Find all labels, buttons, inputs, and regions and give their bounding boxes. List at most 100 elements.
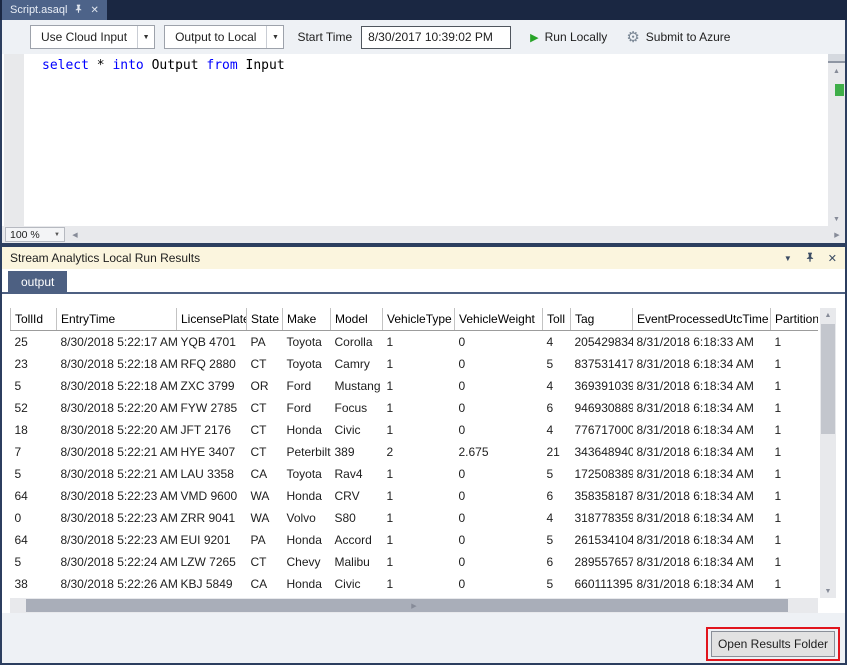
table-cell: Focus [331,397,383,419]
editor-splitter-handle[interactable] [828,54,845,63]
scroll-up-icon[interactable]: ▲ [828,64,845,78]
table-cell: Peterbilt [283,441,331,463]
column-header[interactable]: LicensePlate [177,308,247,331]
table-cell: Toyota [283,353,331,375]
editor-glyph-margin [4,54,24,226]
vertical-scroll-thumb[interactable] [821,324,835,434]
table-row[interactable]: 58/30/2018 5:22:21 AMLAU 3358CAToyotaRav… [11,463,819,485]
column-header[interactable]: State [247,308,283,331]
table-row[interactable]: 08/30/2018 5:22:23 AMZRR 9041WAVolvoS801… [11,507,819,529]
table-cell: Accord [331,529,383,551]
scroll-down-icon[interactable]: ▼ [820,584,836,598]
column-header[interactable]: Model [331,308,383,331]
table-cell: 0 [11,507,57,529]
editor-horizontal-scrollbar[interactable]: ◀ ▶ [65,226,845,243]
code-keyword: select [42,58,89,73]
table-row[interactable]: 388/30/2018 5:22:26 AMKBJ 5849CAHondaCiv… [11,573,819,595]
table-cell: PA [247,529,283,551]
start-time-input[interactable] [361,26,511,49]
results-panel: Stream Analytics Local Run Results ▼ ✕ o… [2,247,845,663]
table-cell: 8/31/2018 6:18:34 AM [633,419,771,441]
code-editor[interactable]: select * into Output from Input ▲ ▼ [2,54,845,226]
table-cell: 0 [455,331,543,354]
table-cell: 660111395 [571,573,633,595]
open-results-folder-button[interactable]: Open Results Folder [711,631,835,657]
table-cell: 8/30/2018 5:22:20 AM [57,397,177,419]
table-row[interactable]: 528/30/2018 5:22:20 AMFYW 2785CTFordFocu… [11,397,819,419]
column-header[interactable]: Toll [543,308,571,331]
column-header[interactable]: Make [283,308,331,331]
table-cell: 369391039 [571,375,633,397]
scroll-left-icon[interactable]: ◀ [67,226,83,243]
table-cell: 23 [11,353,57,375]
input-source-dropdown[interactable]: Use Cloud Input ▼ [30,25,155,49]
code-text: * [89,58,112,73]
column-header[interactable]: VehicleType [383,308,455,331]
table-cell: CT [247,353,283,375]
table-cell: 1 [383,507,455,529]
table-cell: CT [247,441,283,463]
column-header[interactable]: Partition [771,308,819,331]
run-locally-button[interactable]: ▶ Run Locally [530,30,607,44]
table-cell: 5 [11,375,57,397]
table-cell: Civic [331,419,383,441]
table-cell: 7 [11,441,57,463]
table-cell: 318778359 [571,507,633,529]
results-vertical-scrollbar[interactable]: ▲ ▼ [820,308,836,598]
output-target-dropdown[interactable]: Output to Local ▼ [164,25,284,49]
table-row[interactable]: 238/30/2018 5:22:18 AMRFQ 2880CTToyotaCa… [11,353,819,375]
title-bar: Script.asaql ✕ [0,0,847,20]
table-cell: 1 [771,463,819,485]
table-row[interactable]: 648/30/2018 5:22:23 AMEUI 9201PAHondaAcc… [11,529,819,551]
column-header[interactable]: EventProcessedUtcTime [633,308,771,331]
table-cell: 64 [11,485,57,507]
chevron-down-icon[interactable]: ▼ [266,26,283,48]
table-cell: 1 [383,397,455,419]
pin-icon[interactable] [805,251,815,265]
close-icon[interactable]: ✕ [90,5,98,16]
table-row[interactable]: 188/30/2018 5:22:20 AMJFT 2176CTHondaCiv… [11,419,819,441]
results-horizontal-scrollbar[interactable]: ◀ ▶ [10,598,818,613]
table-row[interactable]: 78/30/2018 5:22:21 AMHYE 3407CTPeterbilt… [11,441,819,463]
column-header[interactable]: TollId [11,308,57,331]
results-panel-header[interactable]: Stream Analytics Local Run Results ▼ ✕ [2,247,845,269]
table-cell: 1 [383,485,455,507]
chevron-down-icon[interactable]: ▼ [137,26,154,48]
window-menu-icon[interactable]: ▼ [784,254,792,263]
table-cell: 8/31/2018 6:18:34 AM [633,463,771,485]
tab-script-asaql[interactable]: Script.asaql ✕ [2,0,107,20]
table-cell: 261534104 [571,529,633,551]
table-cell: 1 [383,573,455,595]
table-cell: 1 [771,529,819,551]
table-cell: ZXC 3799 [177,375,247,397]
table-row[interactable]: 258/30/2018 5:22:17 AMYQB 4701PAToyotaCo… [11,331,819,354]
submit-to-azure-button[interactable]: ⚙ Submit to Azure [626,30,730,45]
table-row[interactable]: 648/30/2018 5:22:23 AMVMD 9600WAHondaCRV… [11,485,819,507]
table-row[interactable]: 58/30/2018 5:22:18 AMZXC 3799ORFordMusta… [11,375,819,397]
code-keyword: into [112,58,143,73]
azure-gear-icon: ⚙ [626,30,639,45]
table-cell: 0 [455,375,543,397]
scroll-down-icon[interactable]: ▼ [828,212,845,226]
scroll-right-icon[interactable]: ▶ [829,226,845,243]
table-cell: Corolla [331,331,383,354]
editor-vertical-scrollbar[interactable]: ▲ ▼ [828,54,845,226]
scroll-right-icon[interactable]: ▶ [10,598,818,613]
table-cell: Toyota [283,463,331,485]
table-cell: 18 [11,419,57,441]
table-cell: EUI 9201 [177,529,247,551]
table-cell: 6 [543,397,571,419]
table-cell: 8/30/2018 5:22:21 AM [57,463,177,485]
close-icon[interactable]: ✕ [828,252,837,265]
tab-output[interactable]: output [8,271,67,292]
column-header[interactable]: EntryTime [57,308,177,331]
app-window: Script.asaql ✕ Use Cloud Input ▼ Output … [0,0,847,665]
table-cell: 172508389 [571,463,633,485]
zoom-dropdown[interactable]: 100 % ▼ [5,227,65,242]
pin-icon[interactable] [74,4,83,16]
table-row[interactable]: 58/30/2018 5:22:24 AMLZW 7265CTChevyMali… [11,551,819,573]
scroll-up-icon[interactable]: ▲ [820,308,836,322]
column-header[interactable]: Tag [571,308,633,331]
table-cell: Camry [331,353,383,375]
column-header[interactable]: VehicleWeight [455,308,543,331]
